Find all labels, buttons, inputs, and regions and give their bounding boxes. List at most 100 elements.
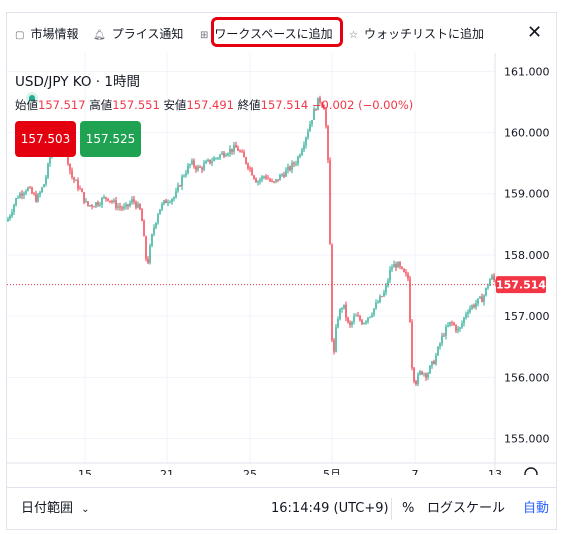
clock-time[interactable]: 16:14:49 (UTC+9) [271, 500, 389, 518]
candle-body [477, 298, 479, 304]
candle-body [199, 166, 201, 168]
candle-body [347, 317, 349, 323]
candle-body [303, 144, 305, 150]
add-workspace-button[interactable]: ⊞ ワークスペースに追加 [200, 25, 333, 43]
candle-body [41, 187, 43, 193]
candle-body [443, 335, 445, 337]
candle-body [351, 321, 353, 325]
candle-body [309, 124, 311, 132]
candle-body [239, 150, 241, 152]
candle-body [391, 267, 393, 270]
candle-body [93, 206, 95, 208]
candle-body [271, 181, 273, 183]
candle-body [219, 154, 221, 158]
candle-body [269, 179, 271, 182]
candle-body [175, 191, 177, 198]
add-watchlist-button[interactable]: ☆ ウォッチリストに追加 [349, 25, 484, 43]
candle-body [259, 179, 261, 182]
candle-body [273, 181, 275, 183]
candle-body [43, 184, 45, 188]
chart-area[interactable]: 161.000 160.000 159.000 158.000 157.000 156.0… [7, 53, 556, 475]
candle-body [473, 305, 475, 308]
candle-body [461, 323, 463, 328]
candle-body [385, 285, 387, 293]
candle-body [479, 296, 481, 299]
y-tick-label: 161.000 [504, 65, 550, 78]
candle-body [195, 166, 197, 170]
candle-body [211, 161, 213, 164]
x-axis-ticks: 15 21 25 5月 7 13 [78, 468, 502, 475]
sell-button[interactable]: 157.503 [15, 121, 76, 157]
candle-body [475, 303, 477, 308]
candle-body [107, 198, 109, 201]
candle-body [27, 187, 29, 191]
candle-body [151, 234, 153, 246]
candle-body [101, 198, 103, 205]
candle-body [135, 201, 137, 208]
candle-body [375, 302, 377, 309]
candle-body [423, 373, 425, 375]
candle-body [433, 361, 435, 365]
candle-body [379, 296, 381, 303]
bottom-bar: 日付範囲 ⌄ 16:14:49 (UTC+9) % ログスケール 自動 [7, 487, 556, 529]
candle-body [103, 197, 105, 199]
candle-body [73, 177, 75, 181]
candle-body [233, 145, 235, 152]
candle-body [247, 163, 249, 169]
candle-body [45, 177, 47, 185]
candle-body [285, 170, 287, 177]
candle-body [197, 166, 199, 170]
candle-body [447, 325, 449, 327]
candle-body [485, 287, 487, 296]
candle-body [95, 202, 97, 207]
close-icon[interactable]: ✕ [527, 21, 542, 45]
star-icon: ☆ [349, 30, 358, 41]
candle-body [345, 304, 347, 318]
candle-body [377, 302, 379, 304]
settings-gear-icon[interactable] [524, 467, 538, 475]
candle-body [307, 131, 309, 138]
log-scale-toggle[interactable]: ログスケール [427, 500, 505, 518]
candle-body [171, 199, 173, 203]
candle-body [89, 205, 91, 207]
candle-body [141, 209, 143, 222]
candle-body [411, 322, 413, 368]
candle-body [393, 264, 395, 268]
percent-toggle[interactable]: % [402, 500, 414, 518]
candle-body [23, 193, 25, 196]
candle-body [203, 163, 205, 170]
candle-body [453, 322, 455, 326]
y-tick-label: 160.000 [504, 127, 550, 140]
candle-body [15, 198, 17, 205]
market-info-label: 市場情報 [30, 27, 79, 41]
candle-body [49, 157, 51, 164]
market-info-button[interactable]: ▢ 市場情報 [15, 25, 78, 43]
auto-scale-toggle[interactable]: 自動 [523, 500, 549, 518]
price-alert-button[interactable]: 🔔︎ プライス通知 [93, 25, 183, 43]
y-tick-label: 159.000 [504, 188, 550, 201]
candle-body [367, 317, 369, 322]
candle-body [191, 160, 193, 165]
candle-body [109, 200, 111, 202]
candle-body [145, 236, 147, 259]
ohlc-legend: 始値157.517 高値157.551 安値157.491 終値157.514 … [15, 97, 413, 113]
open-label: 始値 [15, 98, 38, 112]
candle-body [261, 176, 263, 180]
candle-body [225, 155, 227, 157]
candle-body [277, 179, 279, 181]
candle-body [223, 152, 225, 157]
add-workspace-label: ワークスペースに追加 [214, 27, 333, 41]
candle-body [401, 266, 403, 269]
candle-body [371, 314, 373, 317]
low-label: 安値 [163, 98, 187, 112]
grid-icon: ⊞ [200, 30, 209, 41]
candle-body [33, 193, 35, 195]
candle-body [281, 174, 283, 176]
candle-body [427, 373, 429, 378]
candle-body [173, 197, 175, 200]
candle-body [425, 373, 427, 378]
buy-button[interactable]: 157.525 [80, 121, 141, 157]
candle-body [255, 178, 257, 183]
date-range-button[interactable]: 日付範囲 ⌄ [21, 500, 90, 519]
candlestick-chart[interactable]: 161.000 160.000 159.000 158.000 157.000 156.0… [7, 53, 556, 475]
